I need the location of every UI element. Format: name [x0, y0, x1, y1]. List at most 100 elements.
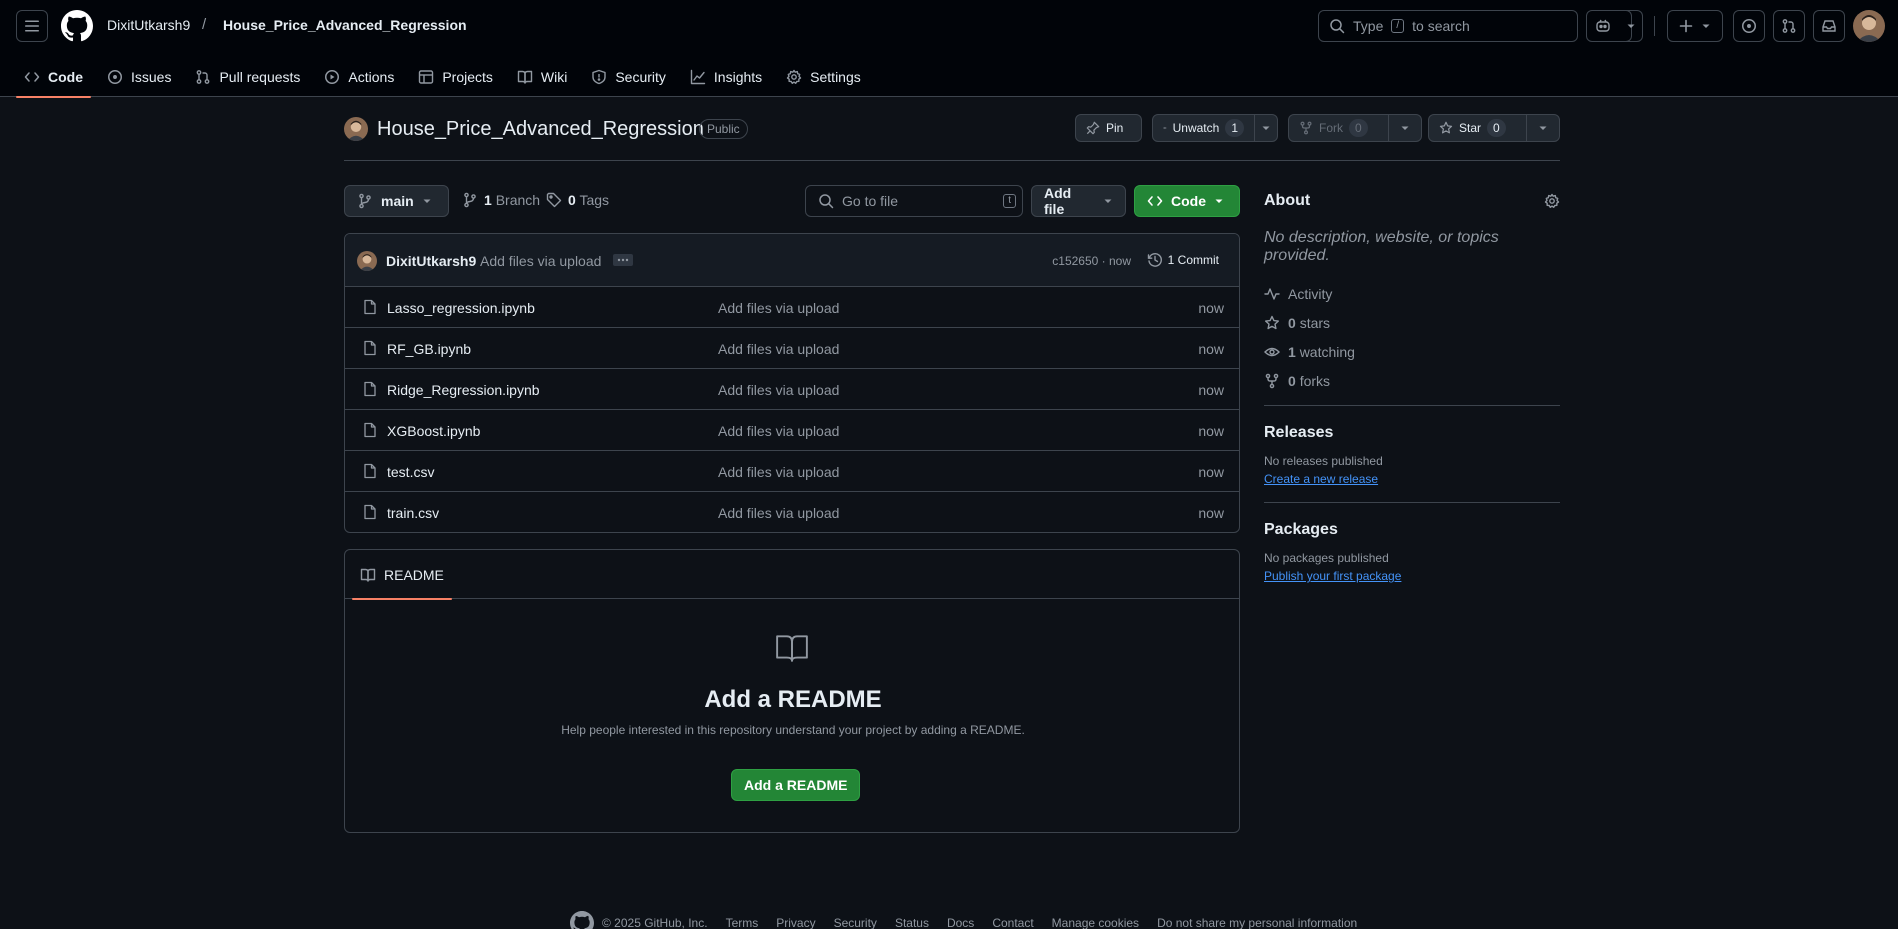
latest-commit-row: DixitUtkarsh9 Add files via upload c1526…: [345, 234, 1239, 287]
create-new-button[interactable]: [1667, 10, 1723, 42]
packages-section: Packages No packages published Publish y…: [1264, 503, 1560, 583]
table-row[interactable]: RF_GB.ipynb Add files via upload now: [345, 328, 1239, 369]
table-row[interactable]: Ridge_Regression.ipynb Add files via upl…: [345, 369, 1239, 410]
fork-menu-button[interactable]: [1388, 114, 1422, 142]
pin-button[interactable]: Pin: [1075, 114, 1142, 142]
visibility-badge: Public: [699, 119, 748, 139]
github-logo-icon[interactable]: [570, 911, 594, 929]
add-readme-button[interactable]: Add a README: [731, 769, 861, 801]
footer-link-terms[interactable]: Terms: [726, 916, 759, 929]
tab-label: Wiki: [540, 68, 568, 85]
releases-empty-text: No releases published: [1264, 454, 1383, 468]
commit-history-link[interactable]: 1 Commit: [1147, 252, 1219, 268]
tab-settings[interactable]: Settings: [778, 56, 869, 97]
tab-readme[interactable]: README: [352, 550, 452, 600]
footer-link-privacy[interactable]: Privacy: [776, 916, 815, 929]
commit-details-toggle[interactable]: [613, 254, 633, 266]
file-commit-message[interactable]: Add files via upload: [718, 464, 839, 480]
breadcrumb-repo[interactable]: House_Price_Advanced_Regression: [223, 17, 467, 33]
tab-insights[interactable]: Insights: [682, 56, 770, 97]
tab-wiki[interactable]: Wiki: [509, 56, 575, 97]
star-menu-button[interactable]: [1526, 114, 1560, 142]
file-commit-message[interactable]: Add files via upload: [718, 382, 839, 398]
go-to-file-input[interactable]: Go to file t: [805, 185, 1023, 217]
add-file-button[interactable]: Add file: [1031, 185, 1126, 217]
menu-button[interactable]: [16, 10, 48, 42]
chevron-down-icon: [1627, 24, 1634, 28]
file-commit-message[interactable]: Add files via upload: [718, 423, 839, 439]
owner-avatar[interactable]: [344, 117, 368, 141]
star-button[interactable]: Star 0: [1428, 114, 1527, 142]
stars-link[interactable]: 0 stars: [1264, 314, 1560, 331]
shield-icon: [592, 69, 607, 84]
file-icon: [364, 381, 376, 397]
file-name[interactable]: XGBoost.ipynb: [387, 423, 480, 439]
watchers-link[interactable]: 1 watching: [1264, 343, 1560, 360]
stars-count: 0: [1288, 314, 1296, 331]
chevron-down-icon: [1262, 126, 1270, 130]
chevron-down-icon: [423, 199, 431, 203]
user-avatar[interactable]: [1853, 10, 1885, 42]
watch-menu-button[interactable]: [1254, 114, 1278, 142]
footer-link-status[interactable]: Status: [895, 916, 929, 929]
footer-link-do-not-share[interactable]: Do not share my personal information: [1157, 916, 1357, 929]
footer-link-security[interactable]: Security: [834, 916, 877, 929]
table-row[interactable]: train.csv Add files via upload now: [345, 492, 1239, 532]
tab-projects[interactable]: Projects: [410, 56, 501, 97]
repo-title[interactable]: House_Price_Advanced_Regression: [377, 118, 704, 141]
stars-label: stars: [1299, 314, 1331, 331]
forks-link[interactable]: 0 forks: [1264, 372, 1560, 389]
hamburger-icon: [25, 20, 39, 32]
footer-link-docs[interactable]: Docs: [947, 916, 974, 929]
file-name[interactable]: test.csv: [387, 464, 434, 480]
footer-link-contact[interactable]: Contact: [992, 916, 1033, 929]
code-button[interactable]: Code: [1134, 185, 1240, 217]
publish-package-link[interactable]: Publish your first package: [1264, 569, 1401, 583]
footer-link-manage-cookies[interactable]: Manage cookies: [1052, 916, 1139, 929]
tab-security[interactable]: Security: [583, 56, 674, 97]
readme-empty-title: Add a README: [704, 686, 882, 713]
file-commit-message[interactable]: Add files via upload: [718, 341, 839, 357]
packages-title[interactable]: Packages: [1264, 521, 1560, 539]
commit-count-label: 1 Commit: [1167, 253, 1219, 267]
commit-author-avatar[interactable]: [357, 251, 377, 271]
create-release-link[interactable]: Create a new release: [1264, 472, 1378, 486]
copilot-menu-button[interactable]: [1619, 10, 1643, 42]
branch-select-button[interactable]: main: [344, 185, 449, 217]
table-row[interactable]: XGBoost.ipynb Add files via upload now: [345, 410, 1239, 451]
file-name[interactable]: Lasso_regression.ipynb: [387, 300, 535, 316]
releases-title[interactable]: Releases: [1264, 424, 1560, 442]
unwatch-button[interactable]: Unwatch 1: [1152, 114, 1255, 142]
file-name[interactable]: Ridge_Regression.ipynb: [387, 382, 540, 398]
search-input[interactable]: Type / to search: [1318, 10, 1578, 42]
tab-issues[interactable]: Issues: [99, 56, 179, 97]
tags-link[interactable]: 0 Tags: [546, 192, 609, 208]
tab-label: Projects: [442, 68, 493, 85]
branches-link[interactable]: 1 Branch: [462, 192, 540, 208]
tab-label: Settings: [810, 68, 861, 85]
tab-pull-requests[interactable]: Pull requests: [187, 56, 308, 97]
breadcrumb-owner[interactable]: DixitUtkarsh9: [107, 17, 190, 33]
commit-message[interactable]: Add files via upload: [480, 253, 601, 269]
fork-button[interactable]: Fork 0: [1288, 114, 1389, 142]
file-commit-message[interactable]: Add files via upload: [718, 300, 839, 316]
file-commit-message[interactable]: Add files via upload: [718, 505, 839, 521]
file-name[interactable]: train.csv: [387, 505, 439, 521]
table-row[interactable]: test.csv Add files via upload now: [345, 451, 1239, 492]
file-name[interactable]: RF_GB.ipynb: [387, 341, 471, 357]
tab-label: Security: [615, 68, 666, 85]
file-icon: [364, 422, 376, 438]
tab-code[interactable]: Code: [16, 56, 91, 98]
chevron-down-icon: [1702, 24, 1710, 28]
commit-hash-time[interactable]: c152650 · now: [1052, 254, 1131, 268]
tab-actions[interactable]: Actions: [316, 56, 402, 97]
issues-button[interactable]: [1733, 10, 1765, 42]
github-logo-icon[interactable]: [61, 10, 93, 42]
inbox-button[interactable]: [1813, 10, 1845, 42]
table-row[interactable]: Lasso_regression.ipynb Add files via upl…: [345, 287, 1239, 328]
commit-author[interactable]: DixitUtkarsh9: [386, 253, 476, 269]
gear-icon[interactable]: [1544, 193, 1560, 209]
pull-requests-button[interactable]: [1773, 10, 1805, 42]
activity-link[interactable]: Activity: [1264, 285, 1560, 302]
file-commit-time: now: [1198, 464, 1224, 480]
